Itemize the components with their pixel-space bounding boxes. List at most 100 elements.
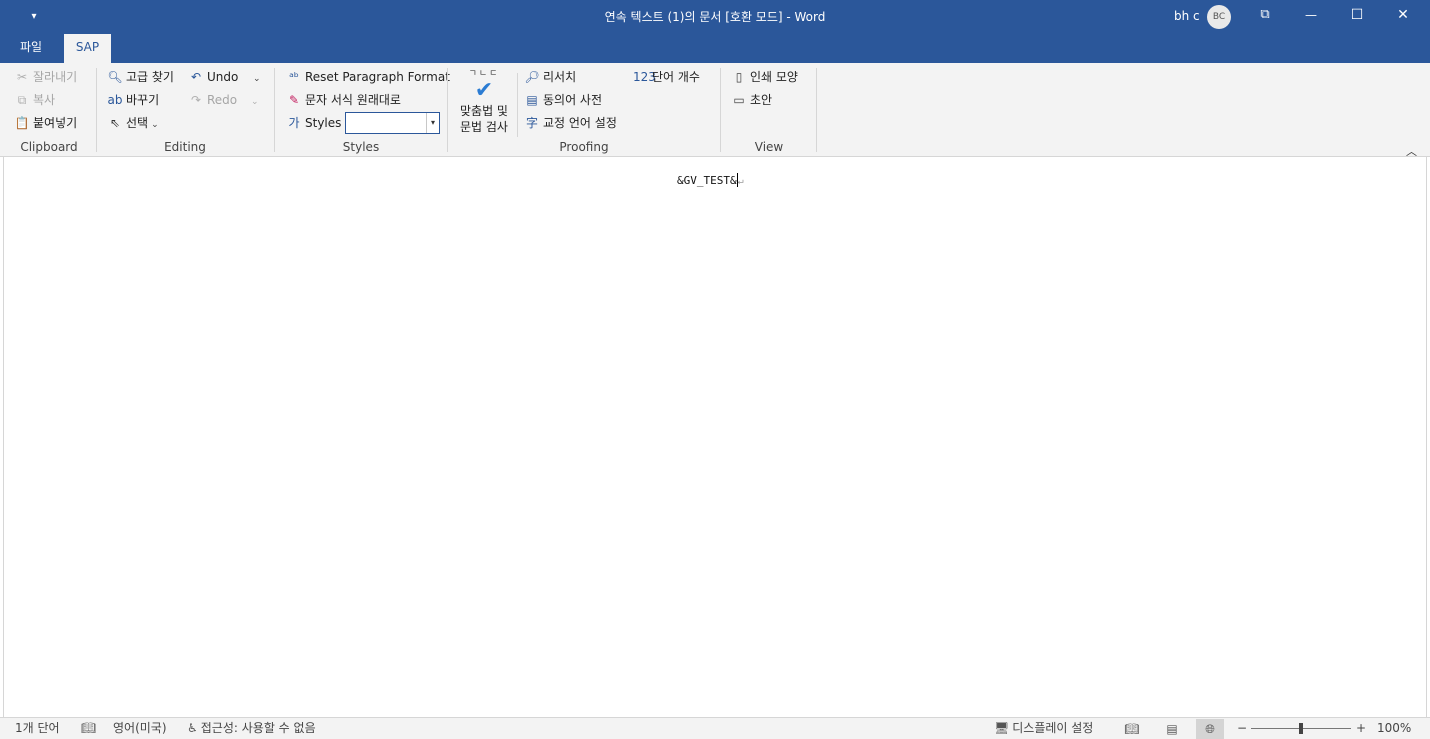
chevron-down-icon[interactable]: ▾ — [426, 113, 439, 133]
language-icon: 字 — [525, 116, 538, 130]
print-layout-label: 인쇄 모양 — [750, 70, 798, 84]
copy-button[interactable]: ⧉ 복사 — [14, 90, 55, 110]
checkmark-icon: ✔ — [474, 78, 494, 103]
group-separator — [96, 68, 97, 152]
research-button[interactable]: 🔎︎ 리서치 — [524, 67, 576, 87]
redo-button[interactable]: ↷ Redo — [188, 90, 237, 110]
close-button[interactable]: ✕ — [1380, 0, 1426, 30]
undo-button[interactable]: ↶ Undo — [188, 67, 238, 87]
draft-icon: ▭ — [733, 93, 745, 107]
word-count-status[interactable]: 1개 단어 — [15, 718, 60, 739]
draft-label: 초안 — [750, 93, 773, 107]
scissors-icon: ✂ — [16, 70, 28, 84]
quick-access-dropdown-icon[interactable]: ▾ — [26, 8, 42, 26]
accessibility-icon: ♿︎ — [187, 721, 198, 735]
redo-icon: ↷ — [190, 93, 202, 107]
undo-icon: ↶ — [190, 70, 202, 84]
chevron-down-icon: ⌄ — [251, 97, 259, 107]
minimize-button[interactable]: — — [1288, 0, 1334, 30]
draft-button[interactable]: ▭ 초안 — [731, 90, 772, 110]
advanced-find-button[interactable]: 🔍︎ 고급 찾기 — [107, 67, 174, 87]
select-button[interactable]: ⇖ 선택 ⌄ — [107, 113, 159, 133]
display-settings-button[interactable]: 🖥︎ 디스플레이 설정 — [994, 718, 1093, 739]
replace-label: 바꾸기 — [126, 93, 160, 107]
proofing-language-label: 교정 언어 설정 — [543, 116, 617, 130]
reset-paragraph-label: Reset Paragraph Format — [305, 70, 450, 84]
clear-character-format-button[interactable]: ✎ 문자 서식 원래대로 — [286, 90, 401, 110]
tab-file[interactable]: 파일 — [10, 34, 52, 63]
proofing-status[interactable]: 📖︎ — [81, 718, 99, 739]
zoom-level[interactable]: 100% — [1377, 718, 1411, 739]
accessibility-status[interactable]: ♿︎ 접근성: 사용할 수 없음 — [187, 718, 316, 739]
reset-paragraph-icon: ᵃᵇ — [289, 70, 299, 84]
avatar[interactable]: BC — [1207, 5, 1231, 29]
chevron-down-icon: ⌄ — [253, 74, 261, 84]
paste-button[interactable]: 📋 붙여넣기 — [14, 113, 78, 133]
proofing-book-icon: 📖︎ — [81, 721, 97, 735]
ribbon-tabs: 파일 SAP — [0, 34, 1430, 63]
research-label: 리서치 — [543, 70, 577, 84]
page-icon: ▯ — [735, 70, 743, 84]
title-bar: ▾ 연속 텍스트 (1)의 문서 [호환 모드] - Word bh c BC … — [0, 0, 1430, 34]
clear-character-format-label: 문자 서식 원래대로 — [305, 93, 401, 107]
zoom-in-button[interactable]: + — [1356, 718, 1366, 739]
thesaurus-label: 동의어 사전 — [543, 93, 603, 107]
eraser-icon: ✎ — [288, 93, 300, 107]
cut-label: 잘라내기 — [33, 70, 78, 84]
search-icon: 🔍︎ — [107, 70, 123, 84]
cut-button[interactable]: ✂ 잘라내기 — [14, 67, 77, 87]
group-label-proofing: Proofing — [559, 140, 609, 154]
zoom-out-button[interactable]: − — [1237, 718, 1247, 739]
zoom-slider-thumb[interactable] — [1299, 723, 1303, 734]
thesaurus-button[interactable]: ▤ 동의어 사전 — [524, 90, 602, 110]
clipboard-icon: 📋 — [14, 116, 30, 130]
select-label: 선택 — [126, 116, 149, 130]
redo-dropdown-button[interactable]: ⌄ — [248, 90, 259, 110]
read-mode-icon: 📖︎ — [1124, 722, 1140, 736]
paste-label: 붙여넣기 — [33, 116, 78, 130]
document-area[interactable]: &GV_TEST&↵ — [3, 157, 1427, 717]
display-settings-label: 디스플레이 설정 — [1012, 721, 1094, 735]
document-paragraph[interactable]: &GV_TEST&↵ — [677, 173, 744, 187]
word-count-icon: 123 — [633, 70, 656, 84]
maximize-button[interactable]: ☐ — [1334, 0, 1380, 30]
group-label-styles: Styles — [342, 140, 380, 154]
reset-paragraph-format-button[interactable]: ᵃᵇ Reset Paragraph Format — [286, 67, 450, 87]
group-label-view: View — [754, 140, 784, 154]
ribbon-display-options-icon[interactable]: ⧉ — [1242, 0, 1288, 30]
ribbon: ✂ 잘라내기 ⧉ 복사 📋 붙여넣기 Clipboard 🔍︎ 고급 찾기 ab 바꾸기 … — [0, 63, 1430, 158]
replace-button[interactable]: ab 바꾸기 — [107, 90, 160, 110]
styles-combobox[interactable]: ▾ — [345, 112, 440, 134]
group-label-editing: Editing — [164, 140, 206, 154]
undo-dropdown-button[interactable]: ⌄ — [250, 67, 261, 87]
book-icon: ▤ — [526, 93, 538, 107]
spelling-grammar-button[interactable]: ㄱㄴㄷ ✔ 맞춤법 및 문법 검사 — [454, 69, 514, 139]
language-status[interactable]: 영어(미국) — [113, 718, 167, 739]
replace-icon: ab — [107, 93, 123, 107]
styles-label-row: 가 Styles — [286, 113, 341, 133]
read-mode-button[interactable]: 📖︎ — [1118, 719, 1146, 739]
styles-label: Styles — [305, 116, 342, 130]
group-separator — [720, 68, 721, 152]
print-layout-button[interactable]: ▯ 인쇄 모양 — [731, 67, 798, 87]
web-layout-view-button[interactable]: 🌐︎ — [1196, 719, 1224, 739]
proofing-language-button[interactable]: 字 교정 언어 설정 — [524, 113, 617, 133]
user-name[interactable]: bh c — [1174, 9, 1200, 23]
styles-icon: 가 — [288, 116, 300, 130]
document-text: &GV_TEST& — [677, 174, 737, 187]
cursor-icon: ⇖ — [109, 116, 121, 130]
print-layout-icon: ▤ — [1166, 722, 1178, 736]
accessibility-label: 접근성: 사용할 수 없음 — [200, 721, 316, 735]
advanced-find-label: 고급 찾기 — [126, 70, 174, 84]
word-count-label: 단어 개수 — [652, 70, 700, 84]
spelling-label-line1: 맞춤법 및 — [460, 104, 508, 118]
print-layout-view-button[interactable]: ▤ — [1158, 719, 1186, 739]
spelling-label-line2: 문법 검사 — [460, 120, 508, 134]
group-separator — [816, 68, 817, 152]
tab-sap[interactable]: SAP — [64, 34, 111, 63]
group-separator — [517, 73, 518, 137]
word-count-button[interactable]: 123단어 개수 — [633, 67, 700, 87]
status-bar: 1개 단어 📖︎ 영어(미국) ♿︎ 접근성: 사용할 수 없음 🖥︎ 디스플레이 … — [0, 717, 1430, 739]
paragraph-mark: ↵ — [737, 176, 744, 187]
chevron-down-icon: ⌄ — [151, 120, 159, 130]
